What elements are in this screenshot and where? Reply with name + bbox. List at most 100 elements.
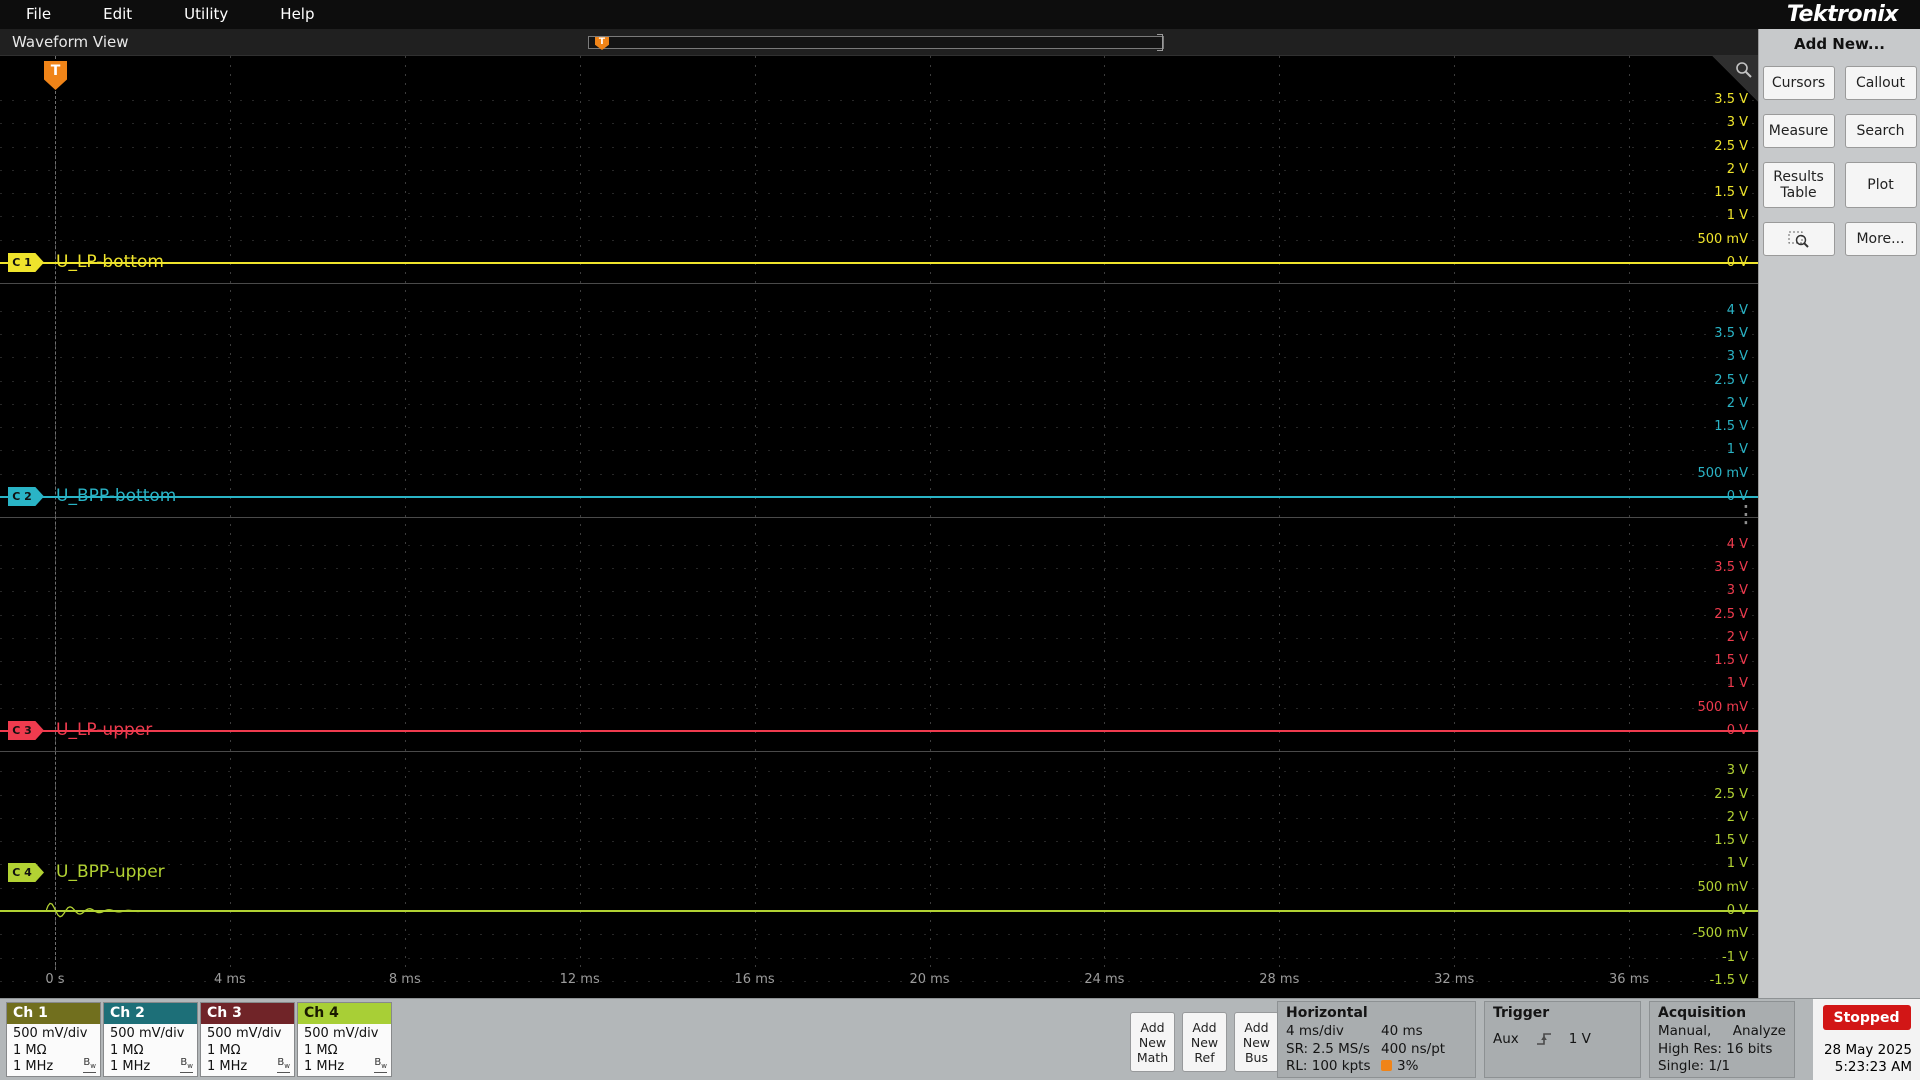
sidebar-button-cursors[interactable]: Cursors [1762, 66, 1835, 100]
horizontal-scale-value: 4 ms/div [1286, 1023, 1344, 1039]
menu-file[interactable]: File [0, 0, 77, 29]
scale-label-c4: 1 V [1726, 856, 1748, 871]
scale-label-c3: 1 V [1726, 676, 1748, 691]
time-label: 8 ms [388, 972, 421, 987]
panel-resize-handle[interactable]: ⋮ [1734, 500, 1758, 528]
rising-edge-icon [1536, 1033, 1551, 1045]
waveform-display[interactable]: T ⋮ 3.5 V3 V2.5 V2 V1.5 V1 V500 mV0 VC 1… [0, 56, 1758, 998]
scale-label-c1: 1.5 V [1714, 185, 1748, 200]
grid-line-horizontal [0, 615, 1758, 616]
time-value: 5:23:23 AM [1834, 1059, 1912, 1075]
grid-line-horizontal [0, 381, 1758, 382]
scale-label-c3: 500 mV [1697, 700, 1748, 715]
horizontal-panel[interactable]: Horizontal 4 ms/div 40 ms SR: 2.5 MS/s 4… [1277, 1001, 1476, 1078]
menu-edit[interactable]: Edit [77, 0, 158, 29]
menu-bar: File Edit Utility Help Tektronix [0, 0, 1920, 29]
oscilloscope-app: File Edit Utility Help Tektronix Waveform V… [0, 0, 1920, 1080]
trigger-panel[interactable]: Trigger Aux 1 V [1484, 1001, 1641, 1078]
impedance-value: 1 MΩ [207, 1042, 241, 1058]
bandwidth-limit-icon: Bw [374, 1057, 387, 1073]
trigger-panel-title: Trigger [1493, 1005, 1550, 1021]
bottom-bar: Ch 1 500 mV/div 1 MΩ 1 MHz Bw Ch 2 500 mV/div 1… [0, 998, 1920, 1080]
tektronix-logo: Tektronix [1786, 2, 1899, 27]
scale-label-c4: -1.5 V [1709, 973, 1748, 988]
time-label: 20 ms [909, 972, 950, 987]
trace-c2[interactable] [0, 496, 1758, 498]
trace-c3[interactable] [0, 730, 1758, 732]
channel-config-header-ch1: Ch 1 [7, 1003, 100, 1024]
trace-c1[interactable] [0, 262, 1758, 264]
trigger-position-marker[interactable]: T [595, 37, 609, 50]
trace-c4[interactable] [0, 910, 1758, 912]
acquisition-panel-title: Acquisition [1658, 1005, 1747, 1021]
scale-label-c4: -1 V [1722, 950, 1748, 965]
scale-label-c3: 4 V [1726, 537, 1748, 552]
scale-label-c4: 3 V [1726, 763, 1748, 778]
menu-help[interactable]: Help [254, 0, 340, 29]
channel-config-ch2[interactable]: Ch 2 500 mV/div 1 MΩ 1 MHz Bw [103, 1002, 198, 1077]
add-new-bus-button[interactable]: Add New Bus [1234, 1012, 1279, 1072]
vdiv-value: 500 mV/div [13, 1026, 88, 1041]
bandwidth-limit-icon: Bw [180, 1057, 193, 1073]
scale-label-c1: 500 mV [1697, 232, 1748, 247]
sidebar-buttons: Cursors Callout Measure Search Results Table… [1759, 66, 1920, 256]
resolution-value: 400 ns/pt [1381, 1040, 1446, 1057]
grid-line-horizontal [0, 591, 1758, 592]
channel-name-c1: U_LP-bottom [56, 252, 164, 272]
sidebar-button-callout[interactable]: Callout [1844, 66, 1917, 100]
time-label: 16 ms [734, 972, 775, 987]
menu-utility[interactable]: Utility [158, 0, 254, 29]
grid-line-horizontal [0, 795, 1758, 796]
sidebar-button-zoom[interactable] [1762, 222, 1835, 256]
grid-line-horizontal [0, 100, 1758, 101]
channel-config-ch4[interactable]: Ch 4 500 mV/div 1 MΩ 1 MHz Bw [297, 1002, 392, 1077]
time-label: 12 ms [559, 972, 600, 987]
trace-noise-c4 [46, 902, 173, 918]
channel-config-ch3[interactable]: Ch 3 500 mV/div 1 MΩ 1 MHz Bw [200, 1002, 295, 1077]
grid-line-horizontal [0, 450, 1758, 451]
sidebar-button-more[interactable]: More... [1844, 222, 1917, 256]
run-stop-status[interactable]: Stopped [1822, 1005, 1911, 1030]
scale-label-c2: 500 mV [1697, 466, 1748, 481]
acquisition-analyze-label: Analyze [1732, 1023, 1786, 1039]
trigger-level-value: 1 V [1568, 1031, 1591, 1047]
sidebar-button-plot[interactable]: Plot [1844, 162, 1917, 208]
scale-label-c2: 2.5 V [1714, 373, 1748, 388]
scale-label-c2: 3.5 V [1714, 326, 1748, 341]
grid-line-horizontal [0, 474, 1758, 475]
vdiv-value: 500 mV/div [110, 1026, 185, 1041]
grid-line-horizontal [0, 404, 1758, 405]
waveform-column: Waveform View T T ⋮ 3.5 V 3 V 2.5 V 2 V 1.5 … [0, 29, 1758, 998]
scale-label-c3: 1.5 V [1714, 653, 1748, 668]
scale-label-c1: 2 V [1726, 162, 1748, 177]
zoom-corner-button[interactable] [1712, 56, 1758, 102]
sidebar-button-measure[interactable]: Measure [1762, 114, 1835, 148]
acquisition-panel[interactable]: Acquisition Manual, Analyze High Res: 16… [1649, 1001, 1795, 1078]
vdiv-value: 500 mV/div [207, 1026, 282, 1041]
scale-label-c3: 3.5 V [1714, 560, 1748, 575]
channel-separator [0, 283, 1758, 284]
trigger-indicator[interactable]: T [44, 61, 67, 90]
scale-label-c1: 3 V [1726, 115, 1748, 130]
channel-badge-c3[interactable]: C 3 [8, 721, 44, 740]
sidebar-button-search[interactable]: Search [1844, 114, 1917, 148]
magnifier-icon [1736, 62, 1752, 78]
add-new-ref-button[interactable]: Add New Ref [1182, 1012, 1227, 1072]
zoom-overview-bar[interactable]: T [588, 34, 1164, 51]
grid-line-horizontal [0, 240, 1758, 241]
scale-label-c3: 2.5 V [1714, 607, 1748, 622]
content-row: Waveform View T T ⋮ 3.5 V 3 V 2.5 V 2 V 1.5 … [0, 29, 1920, 998]
channel-badge-c1[interactable]: C 1 [8, 253, 44, 272]
grid-line-horizontal [0, 888, 1758, 889]
add-new-math-button[interactable]: Add New Math [1130, 1012, 1175, 1072]
impedance-value: 1 MΩ [13, 1042, 47, 1058]
channel-badge-c4[interactable]: C 4 [8, 863, 44, 882]
channel-config-ch1[interactable]: Ch 1 500 mV/div 1 MΩ 1 MHz Bw [6, 1002, 101, 1077]
sidebar-button-results-table[interactable]: Results Table [1762, 162, 1835, 208]
scale-label-c4: 2 V [1726, 810, 1748, 825]
scale-label-c4: -500 mV [1692, 926, 1748, 941]
grid-line-horizontal [0, 981, 1758, 982]
channel-badge-c2[interactable]: C 2 [8, 487, 44, 506]
bandwidth-limit-icon: Bw [277, 1057, 290, 1073]
scale-label-c4: 500 mV [1697, 880, 1748, 895]
